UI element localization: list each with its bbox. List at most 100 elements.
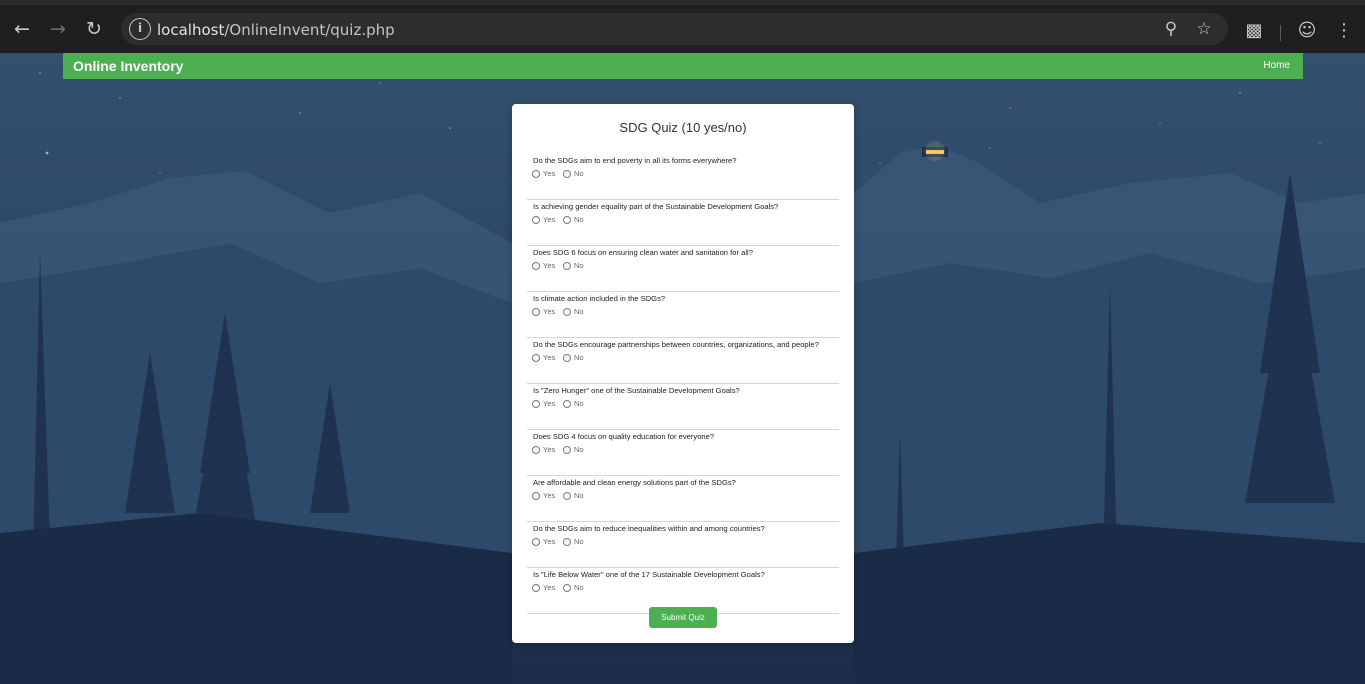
question-text: Is "Life Below Water" one of the 17 Sust… (533, 570, 765, 579)
yes-label: Yes (543, 261, 556, 270)
yes-label: Yes (543, 583, 556, 592)
yes-option[interactable]: Yes (532, 583, 555, 592)
no-label: No (574, 353, 584, 362)
no-radio[interactable] (563, 583, 571, 592)
no-option[interactable]: No (563, 307, 584, 316)
no-label: No (574, 307, 584, 316)
quiz-question: Is "Zero Hunger" one of the Sustainable … (527, 384, 839, 430)
no-label: No (574, 537, 584, 546)
question-text: Is achieving gender equality part of the… (533, 202, 779, 211)
yes-radio[interactable] (532, 215, 540, 224)
no-option[interactable]: No (563, 261, 584, 270)
quiz-question: Is achieving gender equality part of the… (527, 200, 839, 246)
profile-icon[interactable]: ☺ (1295, 19, 1319, 43)
question-text: Does SDG 4 focus on quality education fo… (533, 432, 715, 441)
question-text: Does SDG 6 focus on ensuring clean water… (533, 248, 753, 257)
no-option[interactable]: No (563, 215, 584, 224)
browser-toolbar: ← → ↻ i localhost/OnlineInvent/quiz.php … (0, 0, 1365, 53)
yes-radio[interactable] (532, 445, 540, 454)
no-option[interactable]: No (563, 353, 584, 362)
url-path: /OnlineInvent/quiz.php (224, 21, 395, 39)
site-info-icon[interactable]: i (129, 18, 151, 40)
question-text: Is climate action included in the SDGs? (533, 294, 666, 303)
site-navbar: Online Inventory Home (63, 53, 1303, 79)
no-radio[interactable] (563, 537, 571, 546)
no-radio[interactable] (563, 399, 571, 408)
page-viewport: Online Inventory Home SDG Quiz (10 yes/n… (0, 53, 1365, 684)
yes-radio[interactable] (532, 537, 540, 546)
no-option[interactable]: No (563, 491, 584, 500)
zoom-icon[interactable]: ⚲ (1160, 18, 1182, 40)
yes-radio[interactable] (532, 491, 540, 500)
yes-option[interactable]: Yes (532, 399, 555, 408)
address-bar[interactable]: i localhost/OnlineInvent/quiz.php ⚲ ☆ (121, 13, 1228, 45)
question-text: Do the SDGs encourage partnerships betwe… (533, 340, 819, 349)
yes-label: Yes (543, 399, 556, 408)
back-icon[interactable]: ← (8, 15, 36, 43)
yes-label: Yes (543, 307, 556, 316)
submit-quiz-button[interactable]: Submit Quiz (649, 607, 717, 628)
no-option[interactable]: No (563, 583, 584, 592)
yes-label: Yes (543, 491, 556, 500)
quiz-question: Are affordable and clean energy solution… (527, 476, 839, 522)
quiz-question: Do the SDGs aim to reduce inequalities w… (527, 522, 839, 568)
nav-home-link[interactable]: Home (1263, 60, 1290, 71)
quiz-question: Is climate action included in the SDGs? … (527, 292, 839, 338)
no-option[interactable]: No (563, 399, 584, 408)
yes-option[interactable]: Yes (532, 261, 555, 270)
no-radio[interactable] (563, 261, 571, 270)
yes-label: Yes (543, 353, 556, 362)
no-label: No (574, 583, 584, 592)
reload-icon[interactable]: ↻ (80, 15, 108, 43)
yes-option[interactable]: Yes (532, 445, 555, 454)
no-radio[interactable] (563, 169, 571, 178)
yes-option[interactable]: Yes (532, 353, 555, 362)
yes-label: Yes (543, 215, 556, 224)
no-radio[interactable] (563, 353, 571, 362)
yes-option[interactable]: Yes (532, 307, 555, 316)
no-label: No (574, 399, 584, 408)
yes-option[interactable]: Yes (532, 215, 555, 224)
quiz-title: SDG Quiz (10 yes/no) (619, 120, 747, 135)
no-radio[interactable] (563, 491, 571, 500)
menu-icon[interactable]: ⋮ (1332, 19, 1356, 43)
yes-option[interactable]: Yes (532, 491, 555, 500)
toolbar-separator (1280, 25, 1281, 41)
yes-label: Yes (543, 537, 556, 546)
url-text[interactable]: localhost/OnlineInvent/quiz.php (157, 21, 395, 39)
no-radio[interactable] (563, 307, 571, 316)
quiz-question: Do the SDGs encourage partnerships betwe… (527, 338, 839, 384)
extensions-icon[interactable]: ▩ (1242, 19, 1266, 43)
yes-radio[interactable] (532, 307, 540, 316)
yes-radio[interactable] (532, 353, 540, 362)
yes-radio[interactable] (532, 399, 540, 408)
yes-option[interactable]: Yes (532, 537, 555, 546)
no-radio[interactable] (563, 215, 571, 224)
no-label: No (574, 215, 584, 224)
no-radio[interactable] (563, 445, 571, 454)
no-option[interactable]: No (563, 169, 584, 178)
question-text: Is "Zero Hunger" one of the Sustainable … (533, 386, 740, 395)
yes-radio[interactable] (532, 169, 540, 178)
quiz-question: Does SDG 6 focus on ensuring clean water… (527, 246, 839, 292)
no-option[interactable]: No (563, 537, 584, 546)
question-text: Do the SDGs aim to end poverty in all it… (533, 156, 737, 165)
question-text: Are affordable and clean energy solution… (533, 478, 736, 487)
quiz-card: SDG Quiz (10 yes/no) Do the SDGs aim to … (512, 104, 854, 643)
yes-radio[interactable] (532, 583, 540, 592)
forward-icon[interactable]: → (44, 15, 72, 43)
quiz-question: Does SDG 4 focus on quality education fo… (527, 430, 839, 476)
no-label: No (574, 261, 584, 270)
brand-logo[interactable]: Online Inventory (73, 58, 183, 74)
yes-radio[interactable] (532, 261, 540, 270)
no-option[interactable]: No (563, 445, 584, 454)
no-label: No (574, 491, 584, 500)
url-host: localhost (157, 21, 225, 39)
question-text: Do the SDGs aim to reduce inequalities w… (533, 524, 765, 533)
yes-label: Yes (543, 445, 556, 454)
bookmark-star-icon[interactable]: ☆ (1193, 18, 1215, 40)
no-label: No (574, 445, 584, 454)
quiz-question: Do the SDGs aim to end poverty in all it… (527, 154, 839, 200)
no-label: No (574, 169, 584, 178)
yes-option[interactable]: Yes (532, 169, 555, 178)
